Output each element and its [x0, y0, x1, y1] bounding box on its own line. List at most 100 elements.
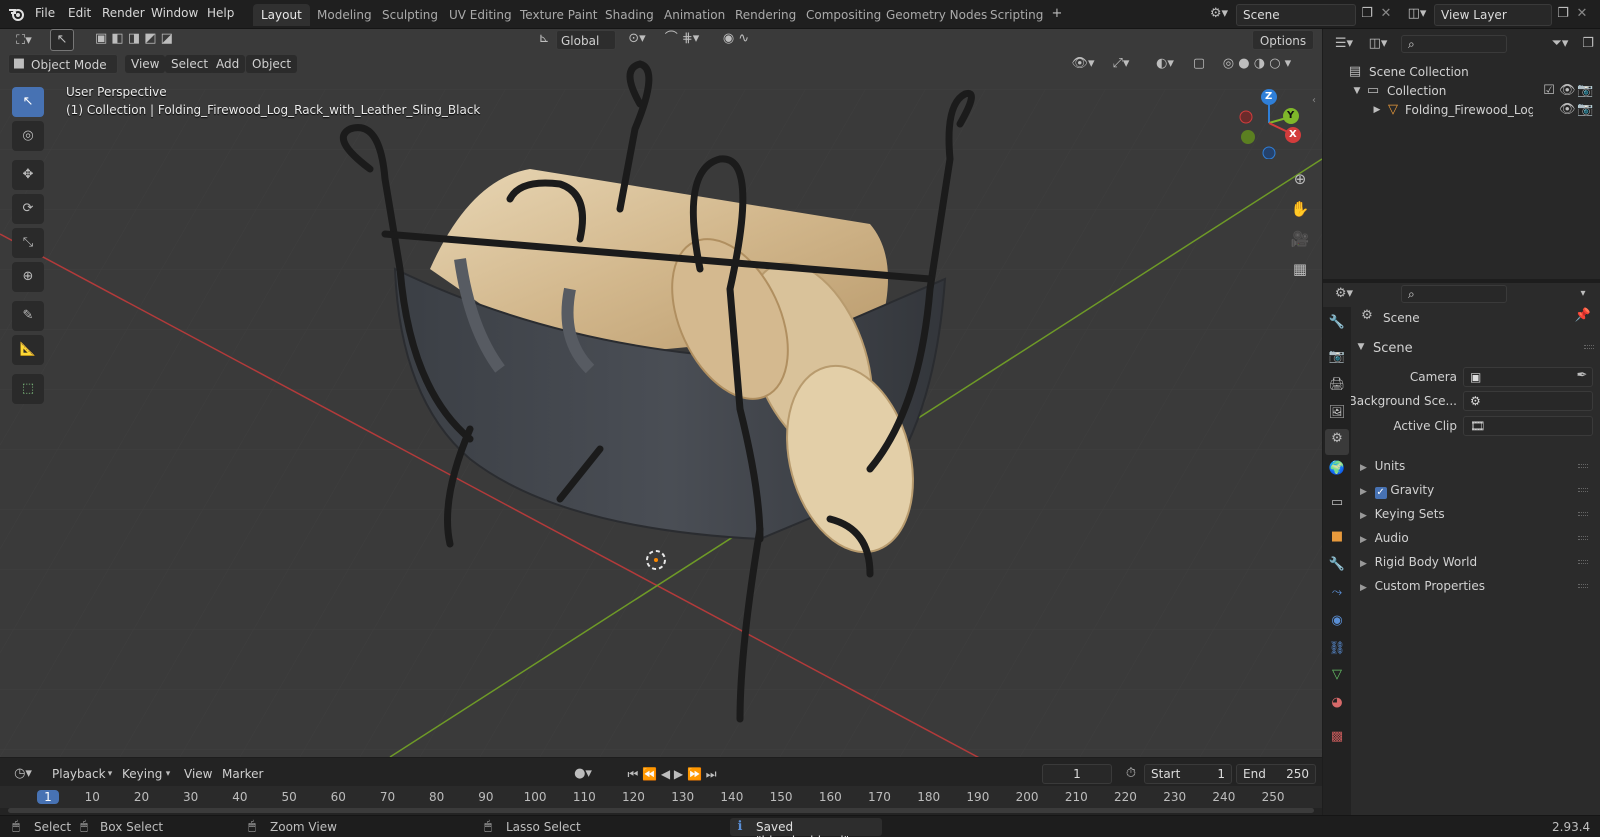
- menu-help[interactable]: Help: [207, 6, 234, 20]
- outliner-editor-icon[interactable]: ☰▾: [1329, 34, 1359, 54]
- particles-tab-icon[interactable]: ⤳: [1327, 583, 1347, 603]
- tool-move[interactable]: ✥: [12, 160, 44, 190]
- world-tab-icon[interactable]: 🌍: [1327, 459, 1347, 479]
- options-dropdown[interactable]: Options: [1252, 30, 1314, 50]
- auto-keying-icon[interactable]: ●▾: [568, 764, 598, 784]
- units-panel[interactable]: ▶ Units: [1360, 455, 1594, 477]
- tool-add-cube[interactable]: ⬚: [12, 374, 44, 404]
- menu-edit[interactable]: Edit: [68, 6, 91, 20]
- collection-expand-icon[interactable]: ▼: [1351, 81, 1363, 101]
- custom-properties-panel[interactable]: ▶ Custom Properties: [1360, 575, 1594, 597]
- pivot-point-icon[interactable]: ⊙▾: [620, 29, 654, 49]
- new-scene-icon[interactable]: ❐: [1358, 4, 1376, 24]
- visibility-icon[interactable]: 👁▾: [1068, 54, 1098, 74]
- timeline-menu-playback[interactable]: Playback: [46, 765, 112, 783]
- 3d-viewport[interactable]: ⛶▾ ↖ ▣ ◧ ◨ ◩ ◪ ⊾ Global ⊙▾ ⌒ ⋕▾ ◉ ∿ Opti…: [0, 29, 1322, 757]
- physics-tab-icon[interactable]: ◉: [1327, 611, 1347, 631]
- render-tab-icon[interactable]: 📷: [1327, 347, 1347, 367]
- viewport-menu-add[interactable]: Add: [210, 55, 246, 73]
- gravity-panel[interactable]: ▶ ✓ Gravity: [1360, 479, 1594, 501]
- blender-logo-icon[interactable]: [8, 6, 26, 22]
- delete-view-layer-icon[interactable]: ✕: [1574, 4, 1590, 24]
- modifier-tab-icon[interactable]: 🔧: [1327, 555, 1347, 575]
- overlay-toggle-icon[interactable]: ◐▾: [1148, 54, 1182, 74]
- new-view-layer-icon[interactable]: ❐: [1554, 4, 1572, 24]
- scene-name-field[interactable]: Scene: [1236, 4, 1356, 26]
- gravity-checkbox[interactable]: ✓: [1374, 487, 1387, 499]
- timeline[interactable]: ◷▾ Playback ▾ Keying ▾ View Marker ●▾ ⏮ …: [0, 758, 1322, 815]
- data-tab-icon[interactable]: ▽: [1327, 665, 1347, 685]
- new-collection-icon[interactable]: ❐: [1579, 34, 1597, 54]
- collection-render-icon[interactable]: 📷: [1577, 81, 1593, 101]
- transform-orientation-dropdown[interactable]: Global: [556, 30, 616, 50]
- tool-transform[interactable]: ⊕: [12, 262, 44, 292]
- menu-file[interactable]: File: [35, 6, 55, 20]
- tool-annotate[interactable]: ✎: [12, 301, 44, 331]
- object-visibility-icon[interactable]: 👁: [1559, 100, 1576, 120]
- tool-select-box[interactable]: ↖: [12, 87, 44, 117]
- add-workspace-icon[interactable]: +: [1048, 4, 1066, 24]
- tab-animation[interactable]: Animation: [656, 4, 733, 26]
- tab-sculpting[interactable]: Sculpting: [374, 4, 446, 26]
- scene-tab-icon[interactable]: ⚙: [1325, 429, 1349, 455]
- tab-rendering[interactable]: Rendering: [727, 4, 804, 26]
- collapse-sidebar-icon[interactable]: ‹: [1308, 91, 1320, 111]
- camera-view-icon[interactable]: 🎥: [1288, 229, 1312, 249]
- pin-icon[interactable]: 📌: [1573, 306, 1593, 326]
- object-render-icon[interactable]: 📷: [1577, 100, 1593, 120]
- filter-icon[interactable]: ⏷▾: [1545, 34, 1575, 54]
- view-layer-field[interactable]: View Layer: [1434, 4, 1552, 26]
- menu-window[interactable]: Window: [151, 6, 198, 20]
- panel-grip-icon[interactable]: [1578, 536, 1588, 540]
- viewport-menu-select[interactable]: Select: [165, 55, 215, 73]
- tab-scripting[interactable]: Scripting: [982, 4, 1051, 26]
- active-clip-field[interactable]: 🎞: [1463, 416, 1593, 436]
- panel-grip-icon[interactable]: [1578, 584, 1588, 588]
- outliner-search-input[interactable]: ⌕: [1401, 35, 1507, 53]
- keying-sets-panel[interactable]: ▶ Keying Sets: [1360, 503, 1594, 525]
- selection-mode-icons[interactable]: ▣ ◧ ◨ ◩ ◪: [88, 29, 180, 51]
- zoom-icon[interactable]: ⊕: [1288, 169, 1312, 189]
- panel-grip-icon[interactable]: [1578, 512, 1588, 516]
- collection-tab-icon[interactable]: ▭: [1327, 493, 1347, 513]
- rigid-body-world-panel[interactable]: ▶ Rigid Body World: [1360, 551, 1594, 573]
- object-label[interactable]: Folding_Firewood_Log_Rä: [1405, 103, 1533, 117]
- eyedropper-icon[interactable]: ✒: [1573, 366, 1591, 386]
- editor-type-icon[interactable]: ⛶▾: [10, 31, 38, 51]
- snap-icon[interactable]: ⌒ ⋕▾: [656, 29, 708, 49]
- properties-editor-icon[interactable]: ⚙▾: [1329, 284, 1359, 304]
- start-frame-field[interactable]: Start 1: [1144, 764, 1232, 784]
- pan-hand-icon[interactable]: ✋: [1288, 199, 1312, 219]
- shading-mode-icons[interactable]: ◎ ● ◑ ○ ▾: [1212, 54, 1302, 74]
- timeline-menu-marker[interactable]: Marker: [216, 765, 269, 783]
- panel-grip-icon[interactable]: [1578, 464, 1588, 468]
- tool-rotate[interactable]: ⟳: [12, 194, 44, 224]
- texture-tab-icon[interactable]: ▩: [1327, 727, 1347, 747]
- material-tab-icon[interactable]: ◕: [1327, 693, 1347, 713]
- view-layer-tab-icon[interactable]: 🖼: [1327, 403, 1347, 423]
- tab-geometry-nodes[interactable]: Geometry Nodes: [878, 4, 995, 26]
- timeline-editor-icon[interactable]: ◷▾: [8, 764, 38, 784]
- scene-selector-icon[interactable]: ⚙▾: [1206, 4, 1232, 24]
- panel-grip-icon[interactable]: [1584, 345, 1594, 349]
- xray-toggle-icon[interactable]: ▢: [1190, 54, 1208, 74]
- scene-collection-label[interactable]: Scene Collection: [1369, 65, 1469, 79]
- viewport-menu-object[interactable]: Object: [246, 55, 298, 73]
- panel-grip-icon[interactable]: [1578, 488, 1588, 492]
- tab-uv-editing[interactable]: UV Editing: [441, 4, 520, 26]
- timeline-menu-keying[interactable]: Keying: [116, 765, 168, 783]
- timeline-scrollbar[interactable]: [8, 808, 1314, 813]
- current-frame-field[interactable]: 1: [1042, 764, 1112, 784]
- tool-tab-icon[interactable]: 🔧: [1327, 313, 1347, 333]
- audio-panel[interactable]: ▶ Audio: [1360, 527, 1594, 549]
- view-layer-selector-icon[interactable]: ◫▾: [1404, 4, 1430, 24]
- collection-label[interactable]: Collection: [1387, 84, 1446, 98]
- scene-panel-header[interactable]: Scene: [1373, 341, 1413, 356]
- menu-render[interactable]: Render: [102, 6, 145, 20]
- select-tool-icon[interactable]: ↖: [50, 29, 74, 51]
- properties-options-icon[interactable]: ▾: [1573, 284, 1593, 304]
- delete-scene-icon[interactable]: ✕: [1378, 4, 1394, 24]
- playback-controls-icons[interactable]: ⏮ ⏪ ◀ ▶ ⏩ ⏭: [612, 764, 732, 784]
- collection-exclude-checkbox[interactable]: ☑: [1541, 81, 1557, 101]
- scene-panel-expand-icon[interactable]: ▼: [1355, 337, 1367, 357]
